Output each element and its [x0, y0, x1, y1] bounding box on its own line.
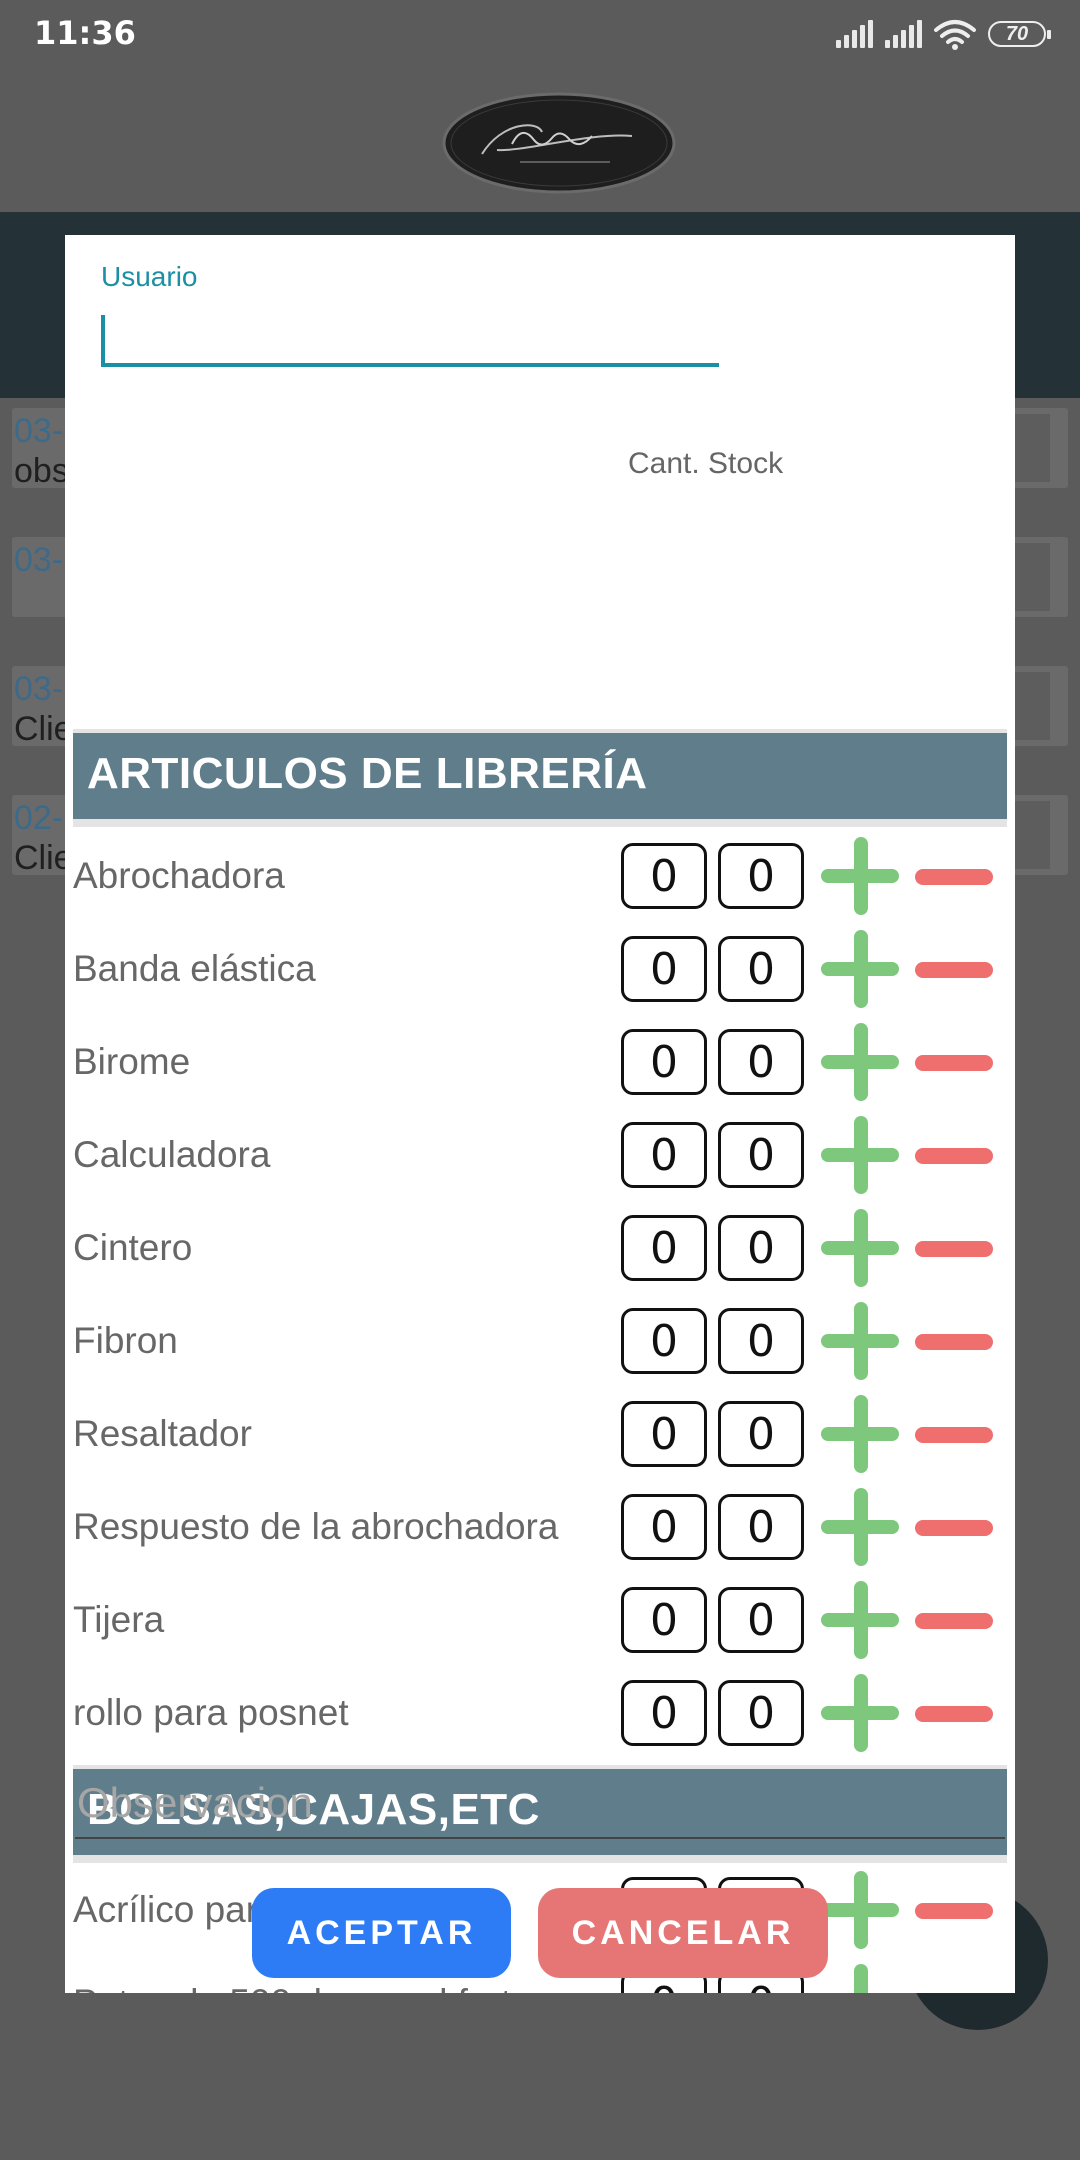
column-header: Cant. Stock [628, 447, 784, 480]
plus-icon[interactable] [821, 1023, 899, 1101]
text-cursor [101, 315, 105, 367]
stock-field[interactable]: 0 [718, 1401, 804, 1467]
stock-field[interactable]: 0 [718, 1680, 804, 1746]
wifi-icon [934, 20, 976, 50]
stock-field[interactable]: 0 [718, 1122, 804, 1188]
item-name: Birome [73, 1041, 191, 1082]
quantity-field[interactable]: 0 [621, 1308, 707, 1374]
category-header: ARTICULOS DE LIBRERÍA [73, 729, 1007, 827]
stock-field[interactable]: 0 [718, 936, 804, 1002]
stock-field[interactable]: 0 [718, 1587, 804, 1653]
quantity-field[interactable]: 0 [621, 1680, 707, 1746]
plus-icon[interactable] [821, 1581, 899, 1659]
list-item-text: Clie [14, 839, 73, 877]
observation-field[interactable] [75, 1769, 1005, 1839]
status-bar: 11:36 70 [0, 0, 1080, 72]
stock-field[interactable]: 0 [718, 1029, 804, 1095]
item-name: Respuesto de la abrochadora [73, 1506, 559, 1547]
status-icons: 70 [836, 18, 1051, 50]
stock-field[interactable]: 0 [718, 843, 804, 909]
item-name: Banda elástica [73, 948, 316, 989]
list-item-date: 03- [14, 412, 64, 450]
items-list-viewport: ARTICULOS DE LIBRERÍA Abrochadora 0 0 Ba… [73, 493, 1007, 1993]
minus-icon[interactable] [915, 1903, 993, 1919]
plus-icon[interactable] [821, 1488, 899, 1566]
list-item: Banda elástica 0 0 [73, 926, 1007, 1019]
item-name: Calculadora [73, 1134, 271, 1175]
plus-icon[interactable] [821, 1116, 899, 1194]
list-item: Fibron 0 0 [73, 1298, 1007, 1391]
list-item: Tijera 0 0 [73, 1577, 1007, 1670]
quantity-field[interactable]: 0 [621, 1122, 707, 1188]
minus-icon[interactable] [915, 1241, 993, 1257]
item-name: Cintero [73, 1227, 193, 1268]
plus-icon[interactable] [821, 837, 899, 915]
quantity-field[interactable]: 0 [621, 843, 707, 909]
user-field-label: Usuario [101, 261, 198, 292]
minus-icon[interactable] [915, 1427, 993, 1443]
minus-icon[interactable] [915, 1334, 993, 1350]
items-list[interactable]: ARTICULOS DE LIBRERÍA Abrochadora 0 0 Ba… [73, 493, 1007, 1993]
stock-field[interactable]: 0 [718, 1494, 804, 1560]
list-item: Cintero 0 0 [73, 1205, 1007, 1298]
item-name: Tijera [73, 1599, 165, 1640]
battery-level: 70 [1005, 22, 1029, 45]
user-input[interactable] [101, 311, 719, 367]
item-name: rollo para posnet [73, 1692, 349, 1733]
app-header [0, 72, 1080, 212]
list-item-date: 03- [14, 670, 64, 708]
quantity-field[interactable]: 0 [621, 1215, 707, 1281]
item-name: Fibron [73, 1320, 178, 1361]
item-name: Resaltador [73, 1413, 252, 1454]
stock-field[interactable]: 0 [718, 1215, 804, 1281]
plus-icon[interactable] [821, 1964, 899, 1993]
minus-icon[interactable] [915, 1613, 993, 1629]
minus-icon[interactable] [915, 962, 993, 978]
item-name: Abrochadora [73, 855, 285, 896]
minus-icon[interactable] [915, 1520, 993, 1536]
list-item: rollo para posnet 0 0 [73, 1670, 1007, 1763]
plus-icon[interactable] [821, 1302, 899, 1380]
category-title: ARTICULOS DE LIBRERÍA [87, 749, 648, 798]
quantity-field[interactable]: 0 [621, 1029, 707, 1095]
minus-icon[interactable] [915, 1055, 993, 1071]
list-item: Respuesto de la abrochadora 0 0 [73, 1484, 1007, 1577]
plus-icon[interactable] [821, 1209, 899, 1287]
list-item-text: obs [14, 452, 69, 490]
accept-button[interactable]: ACEPTAR [252, 1888, 511, 1978]
quantity-field[interactable]: 0 [621, 1587, 707, 1653]
list-item-date: 02- [14, 799, 64, 837]
quantity-field[interactable]: 0 [621, 936, 707, 1002]
plus-icon[interactable] [821, 1674, 899, 1752]
list-item-text: Clie [14, 710, 73, 748]
list-item: Resaltador 0 0 [73, 1391, 1007, 1484]
brand-logo [442, 92, 676, 194]
battery-icon: 70 [988, 21, 1051, 47]
minus-icon[interactable] [915, 1148, 993, 1164]
plus-icon[interactable] [821, 1871, 899, 1949]
stock-dialog: Usuario Cant. Stock ARTICULOS DE LIBRERÍ… [65, 235, 1015, 1993]
minus-icon[interactable] [915, 1706, 993, 1722]
list-item: Calculadora 0 0 [73, 1112, 1007, 1205]
list-item: Abrochadora 0 0 [73, 833, 1007, 926]
plus-icon[interactable] [821, 1395, 899, 1473]
minus-icon[interactable] [915, 869, 993, 885]
signal-icon [836, 20, 873, 48]
quantity-field[interactable]: 0 [621, 1494, 707, 1560]
signal-icon [885, 20, 922, 48]
quantity-field[interactable]: 0 [621, 1401, 707, 1467]
item-name: Potes de 500 de gra. d frutas [73, 1982, 550, 1993]
plus-icon[interactable] [821, 930, 899, 1008]
stock-field[interactable]: 0 [718, 1308, 804, 1374]
status-time: 11:36 [34, 14, 136, 52]
cancel-button[interactable]: CANCELAR [538, 1888, 828, 1978]
list-item: Birome 0 0 [73, 1019, 1007, 1112]
list-item-date: 03- [14, 541, 64, 579]
